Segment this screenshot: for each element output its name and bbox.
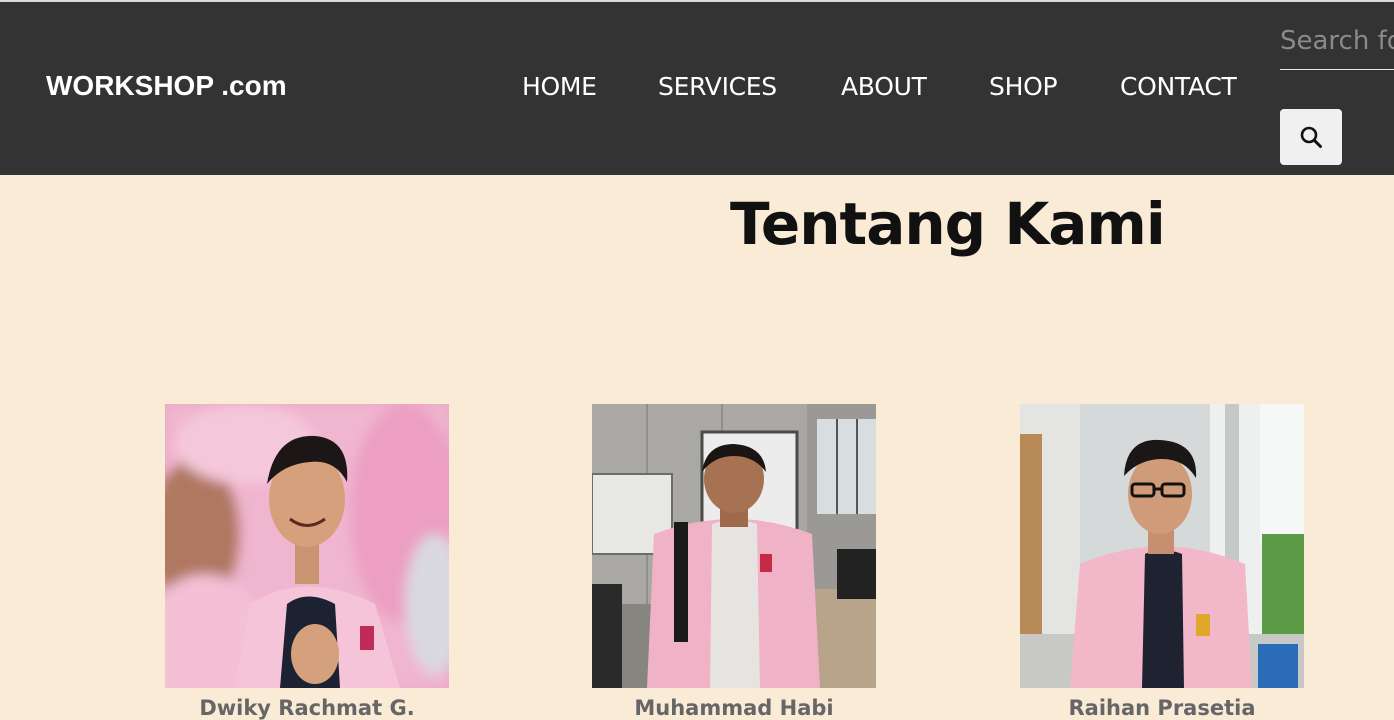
- search-button[interactable]: [1280, 109, 1342, 165]
- brand-logo[interactable]: WORKSHOP .com: [46, 70, 287, 102]
- member-name: Dwiky Rachmat G.: [199, 696, 415, 720]
- nav-contact[interactable]: CONTACT: [1120, 72, 1237, 101]
- navbar: WORKSHOP .com HOME SERVICES ABOUT SHOP C…: [0, 2, 1394, 175]
- member-name: Muhammad Habi: [634, 696, 834, 720]
- page-title: Tentang Kami: [730, 190, 1166, 258]
- nav-services[interactable]: SERVICES: [658, 72, 777, 101]
- team-member-card: Raihan Prasetia: [1020, 404, 1304, 720]
- nav-home[interactable]: HOME: [522, 72, 597, 101]
- nav-about[interactable]: ABOUT: [841, 72, 927, 101]
- search-icon: [1300, 126, 1322, 148]
- team-member-card: Dwiky Rachmat G.: [165, 404, 449, 720]
- search-input[interactable]: [1280, 12, 1394, 70]
- team-member-card: Muhammad Habi: [592, 404, 876, 720]
- member-photo: [165, 404, 449, 688]
- nav-shop[interactable]: SHOP: [989, 72, 1058, 101]
- member-name: Raihan Prasetia: [1068, 696, 1256, 720]
- member-photo: [1020, 404, 1304, 688]
- member-photo: [592, 404, 876, 688]
